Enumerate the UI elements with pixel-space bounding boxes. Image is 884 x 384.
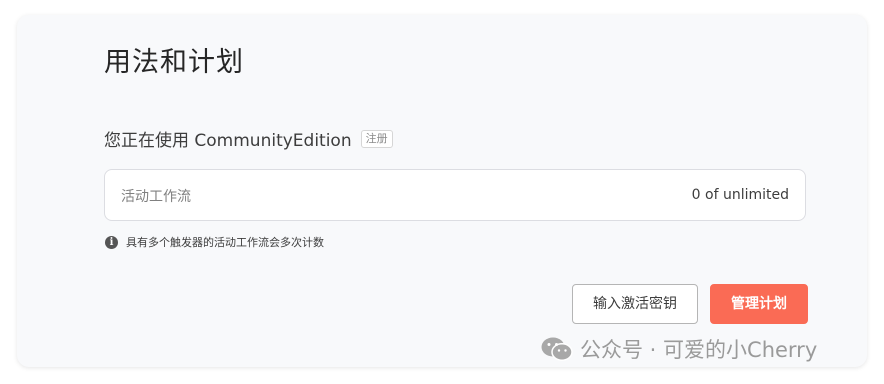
edition-line: 您正在使用 CommunityEdition 注册 [104,126,393,151]
wechat-icon [541,337,573,361]
manage-plan-button[interactable]: 管理计划 [710,284,808,324]
usage-plan-panel: 用法和计划 您正在使用 CommunityEdition 注册 活动工作流 0 … [17,15,867,367]
watermark-text: 公众号 · 可爱的小Cherry [580,338,818,362]
info-text: 具有多个触发器的活动工作流会多次计数 [126,236,324,249]
page-title: 用法和计划 [104,47,244,78]
active-workflows-value: 0 of unlimited [691,187,789,203]
active-workflows-label: 活动工作流 [121,189,191,205]
enter-activation-key-button[interactable]: 输入激活密钥 [572,284,698,324]
info-note: i 具有多个触发器的活动工作流会多次计数 [105,234,324,250]
edition-text: 您正在使用 CommunityEdition [104,131,352,151]
active-workflows-box: 活动工作流 0 of unlimited [104,169,806,221]
register-badge[interactable]: 注册 [360,129,393,148]
watermark: 公众号 · 可爱的小Cherry [540,334,817,364]
info-icon: i [105,235,118,249]
